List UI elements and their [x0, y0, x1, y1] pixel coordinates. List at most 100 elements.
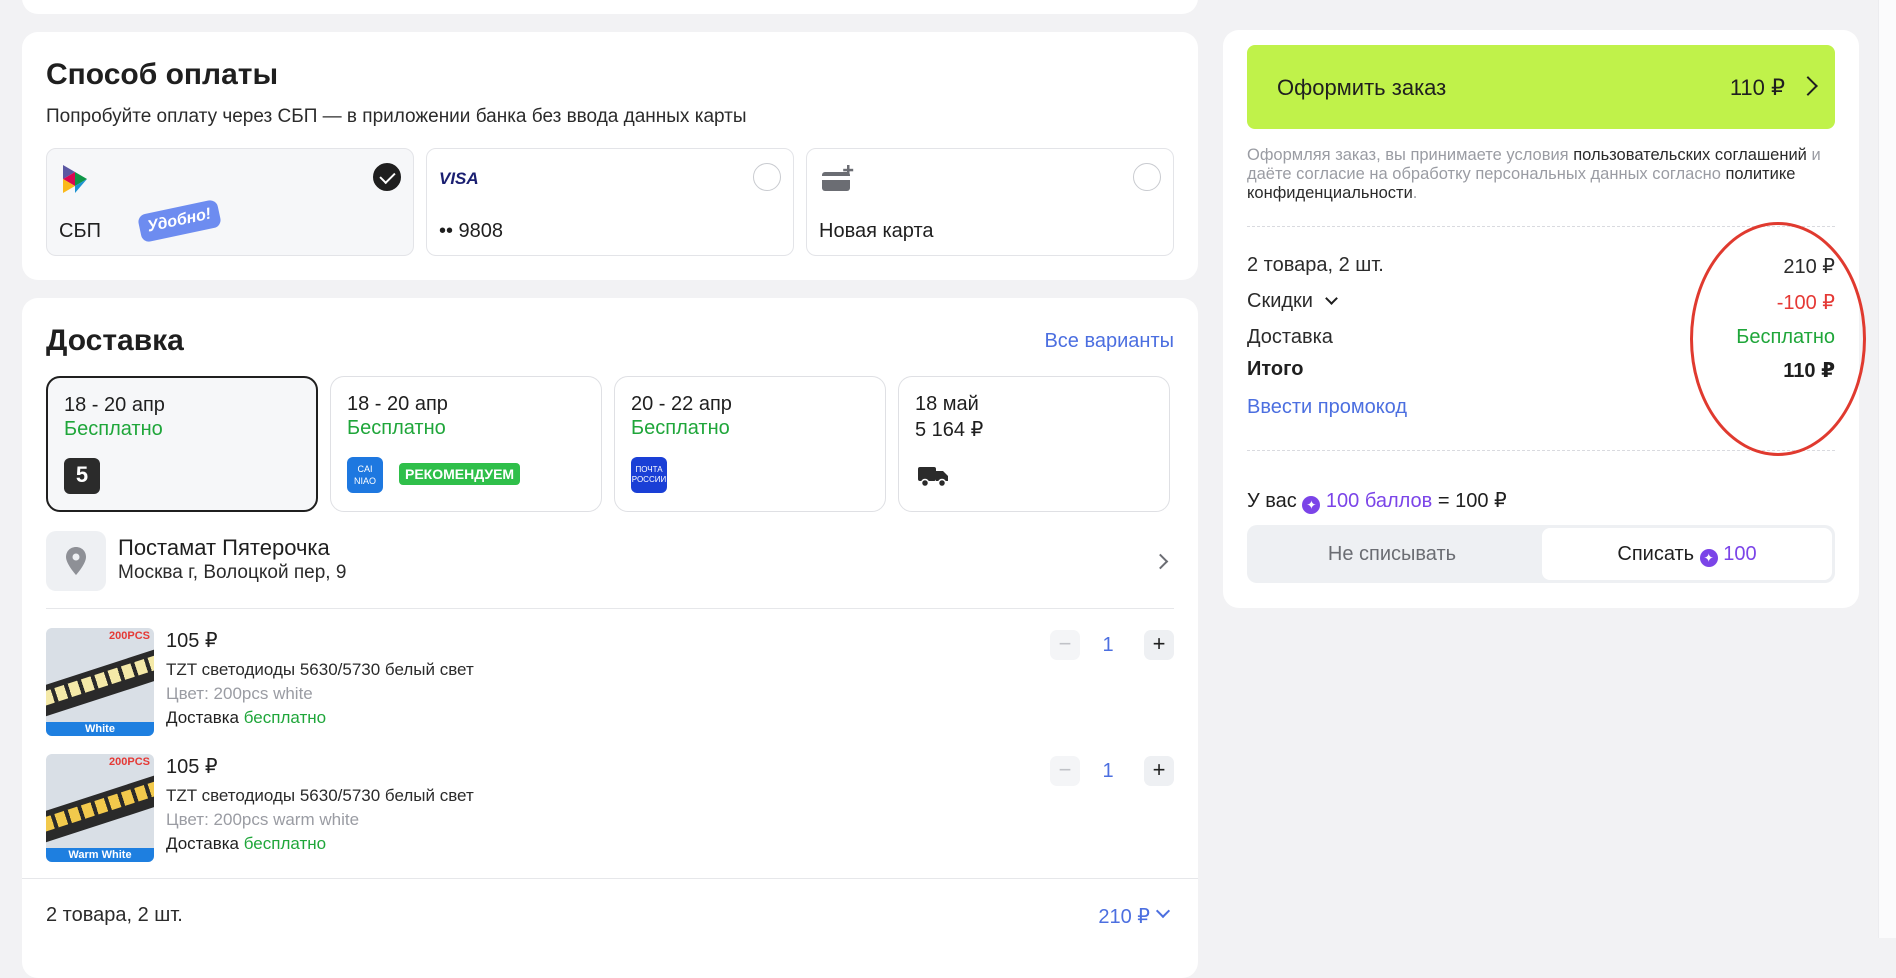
- dashed-divider: [1247, 226, 1835, 227]
- delivery-dates: 18 май: [915, 393, 979, 415]
- product-image[interactable]: 200PCS Warm White: [46, 754, 154, 862]
- delivery-title: Доставка: [46, 324, 184, 357]
- summary-items-label: 2 товара, 2 шт.: [1247, 254, 1384, 276]
- no-spend-button[interactable]: Не списывать: [1247, 525, 1537, 583]
- cart-footer-count: 2 товара, 2 шт.: [46, 904, 183, 926]
- delivery-price: 5 164 ₽: [915, 419, 984, 441]
- delivery-option-1[interactable]: 18 - 20 апр Бесплатно 5: [46, 376, 318, 512]
- dashed-divider: [1247, 450, 1835, 451]
- truck-icon: [918, 467, 948, 488]
- cart-item: 200PCS Warm White 105 ₽ TZT светодиоды 5…: [46, 754, 1174, 864]
- star-points-icon: ✦: [1302, 496, 1321, 514]
- user-agreements-link[interactable]: пользовательских соглашений: [1573, 146, 1807, 164]
- qty-minus-button[interactable]: −: [1050, 756, 1080, 786]
- pickup-location-box: [46, 531, 106, 591]
- product-image-band: White: [46, 722, 154, 736]
- shipping-prefix: Доставка: [166, 708, 240, 727]
- visa-logo-icon: VISA: [439, 169, 479, 188]
- top-card-remnant: [22, 0, 1198, 14]
- qty-value: 1: [1102, 760, 1114, 782]
- pochta-rossii-icon: ПОЧТА РОССИИ: [631, 457, 667, 493]
- scrollbar[interactable]: [1878, 0, 1896, 938]
- payment-radio-visa[interactable]: [753, 163, 781, 191]
- payment-option-sbp[interactable]: СБП Удобно!: [46, 148, 414, 256]
- chevron-down-icon[interactable]: [1155, 903, 1171, 919]
- points-row: У вас ✦ 100 баллов = 100 ₽: [1247, 488, 1835, 514]
- payment-title: Способ оплаты: [46, 58, 279, 91]
- add-card-icon: [822, 165, 854, 191]
- place-order-button[interactable]: Оформить заказ 110 ₽: [1247, 45, 1835, 129]
- pickup-address: Москва г, Волоцкой пер, 9: [118, 562, 347, 583]
- chevron-right-icon: [1798, 76, 1818, 96]
- summary-discount-label: Скидки: [1247, 290, 1313, 312]
- product-image-pcs: 200PCS: [109, 756, 150, 768]
- location-pin-icon: [66, 547, 86, 575]
- product-color: Цвет: 200pcs warm white: [166, 810, 360, 829]
- payment-option-new-card[interactable]: Новая карта: [806, 148, 1174, 256]
- summary-total-label: Итого: [1247, 358, 1304, 380]
- spend-value: 100: [1723, 543, 1757, 565]
- divider: [22, 878, 1198, 879]
- delivery-dates: 18 - 20 апр: [347, 393, 448, 415]
- payment-option-visa[interactable]: VISA •• 9808: [426, 148, 794, 256]
- delivery-price: Бесплатно: [64, 418, 163, 440]
- pickup-name[interactable]: Постамат Пятерочка: [118, 535, 330, 561]
- product-name[interactable]: TZT светодиоды 5630/5730 белый свет: [166, 786, 474, 806]
- divider: [46, 608, 1174, 609]
- points-toggle: Не списывать Списать ✦ 100: [1247, 525, 1835, 583]
- spend-button[interactable]: Списать ✦ 100: [1542, 528, 1832, 580]
- chevron-down-icon: [1324, 292, 1338, 305]
- recommend-badge: РЕКОМЕНДУЕМ: [399, 463, 521, 485]
- place-order-price: 110 ₽: [1729, 75, 1785, 100]
- all-variants-link[interactable]: Все варианты: [1044, 330, 1174, 353]
- cart-footer-total[interactable]: 210 ₽: [1098, 904, 1150, 929]
- pyaterochka-icon: 5: [64, 458, 100, 494]
- delivery-price: Бесплатно: [631, 417, 730, 439]
- shipping-prefix: Доставка: [166, 834, 240, 853]
- cainiao-icon: CAI NIAO: [347, 457, 383, 493]
- product-image-pcs: 200PCS: [109, 630, 150, 642]
- delivery-option-3[interactable]: 20 - 22 апр Бесплатно ПОЧТА РОССИИ: [614, 376, 886, 512]
- product-price: 105 ₽: [166, 630, 218, 652]
- product-color: Цвет: 200pcs white: [166, 684, 313, 703]
- qty-value: 1: [1102, 634, 1114, 656]
- payment-option-label: СБП: [59, 220, 101, 242]
- delivery-section: Доставка Все варианты 18 - 20 апр Беспла…: [22, 298, 1198, 978]
- star-points-icon: ✦: [1699, 549, 1718, 567]
- delivery-option-4[interactable]: 18 май 5 164 ₽: [898, 376, 1170, 512]
- payment-section: Способ оплаты Попробуйте оплату через СБ…: [22, 32, 1198, 280]
- delivery-option-2[interactable]: 18 - 20 апр Бесплатно CAI NIAO РЕКОМЕНДУЕ…: [330, 376, 602, 512]
- product-price: 105 ₽: [166, 756, 218, 778]
- annotation-circle: [1690, 222, 1866, 456]
- sbp-logo-icon: [63, 165, 87, 193]
- payment-option-label: •• 9808: [439, 220, 504, 242]
- payment-option-label: Новая карта: [819, 220, 934, 242]
- convenient-badge: Удобно!: [136, 198, 222, 244]
- terms-text: Оформляя заказ, вы принимаете условия по…: [1247, 146, 1837, 203]
- product-name[interactable]: TZT светодиоды 5630/5730 белый свет: [166, 660, 474, 680]
- product-shipping: Доставка бесплатно: [166, 708, 326, 728]
- spend-label: Списать: [1617, 543, 1695, 565]
- delivery-dates: 18 - 20 апр: [64, 394, 165, 416]
- product-shipping: Доставка бесплатно: [166, 834, 326, 854]
- shipping-value: бесплатно: [243, 708, 327, 727]
- payment-radio-sbp[interactable]: [373, 163, 401, 191]
- points-value[interactable]: 100 баллов: [1326, 490, 1432, 512]
- delivery-dates: 20 - 22 апр: [631, 393, 732, 415]
- product-image-band: Warm White: [46, 848, 154, 862]
- payment-radio-new-card[interactable]: [1133, 163, 1161, 191]
- qty-minus-button[interactable]: −: [1050, 630, 1080, 660]
- product-image[interactable]: 200PCS White: [46, 628, 154, 736]
- qty-plus-button[interactable]: +: [1144, 756, 1174, 786]
- points-prefix: У вас: [1247, 490, 1297, 512]
- terms-part: .: [1412, 184, 1418, 202]
- terms-part: Оформляя заказ, вы принимаете условия: [1247, 146, 1574, 164]
- delivery-price: Бесплатно: [347, 417, 446, 439]
- summary-delivery-label: Доставка: [1247, 326, 1333, 348]
- chevron-right-icon[interactable]: [1152, 553, 1169, 570]
- shipping-value: бесплатно: [243, 834, 327, 853]
- points-equivalent: = 100 ₽: [1437, 490, 1507, 512]
- qty-plus-button[interactable]: +: [1144, 630, 1174, 660]
- place-order-label: Оформить заказ: [1277, 75, 1447, 100]
- payment-subtitle: Попробуйте оплату через СБП — в приложен…: [46, 106, 747, 127]
